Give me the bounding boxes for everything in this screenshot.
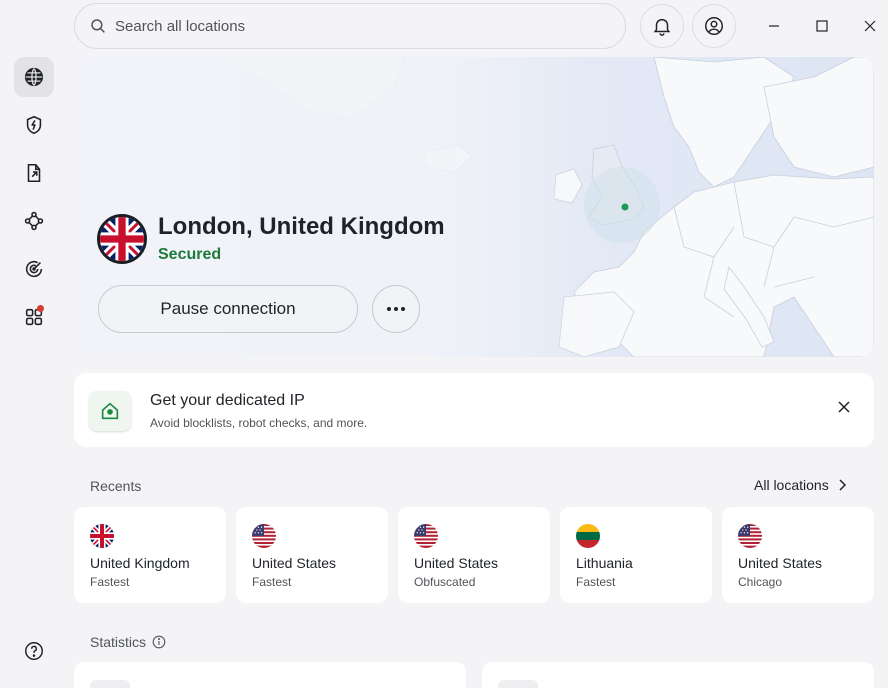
connected-country-flag xyxy=(97,214,147,264)
recent-location-card[interactable]: United States Fastest xyxy=(236,507,388,603)
search-input[interactable] xyxy=(115,17,595,35)
minimize-icon xyxy=(769,25,779,27)
connection-panel: London, United Kingdom Secured Pause con… xyxy=(74,57,874,357)
file-share-icon xyxy=(27,163,41,183)
recent-country: Lithuania xyxy=(576,555,633,571)
nav-locations-button[interactable] xyxy=(14,57,54,97)
minimize-button[interactable] xyxy=(760,12,788,40)
statistics-heading: Statistics xyxy=(90,634,166,650)
recent-location-card[interactable]: United States Obfuscated xyxy=(398,507,550,603)
help-icon xyxy=(25,642,43,660)
help-button[interactable] xyxy=(14,631,54,671)
shield-bolt-icon xyxy=(26,115,42,135)
statistics-card xyxy=(482,662,874,688)
recent-detail: Chicago xyxy=(738,575,783,589)
home-pin-icon xyxy=(89,391,131,431)
promo-title: Get your dedicated IP xyxy=(150,392,305,409)
info-icon[interactable] xyxy=(152,635,166,649)
recent-country: United States xyxy=(414,555,499,571)
close-icon xyxy=(838,401,850,413)
recent-location-card[interactable]: Lithuania Fastest xyxy=(560,507,712,603)
connection-status: Secured xyxy=(158,246,222,263)
promo-close-button[interactable] xyxy=(832,395,856,419)
mesh-network-icon xyxy=(24,211,44,231)
recent-detail: Fastest xyxy=(252,575,292,589)
all-locations-link[interactable]: All locations xyxy=(754,477,847,493)
promo-subtitle: Avoid blocklists, robot checks, and more… xyxy=(150,416,368,430)
recent-country: United Kingdom xyxy=(90,555,190,571)
globe-icon xyxy=(24,67,44,87)
recent-detail: Fastest xyxy=(90,575,130,589)
more-dots-icon xyxy=(387,307,405,311)
nav-file-share-button[interactable] xyxy=(14,153,54,193)
notification-badge xyxy=(37,305,44,312)
stat-icon-stub xyxy=(498,680,538,688)
chevron-right-icon xyxy=(839,479,846,491)
nav-threat-protection-button[interactable] xyxy=(14,105,54,145)
stat-icon-stub xyxy=(90,680,130,688)
recents-heading: Recents xyxy=(90,478,142,494)
statistics-label: Statistics xyxy=(90,634,147,650)
radar-icon xyxy=(25,260,43,278)
nav-dark-web-monitor-button[interactable] xyxy=(14,249,54,289)
nav-meshnet-button[interactable] xyxy=(14,201,54,241)
statistics-card xyxy=(74,662,466,688)
close-icon xyxy=(864,20,876,32)
maximize-button[interactable] xyxy=(808,12,836,40)
recent-location-card[interactable]: United States Chicago xyxy=(722,507,874,603)
bell-icon xyxy=(653,18,671,36)
search-icon xyxy=(91,19,105,33)
search-bar[interactable] xyxy=(74,3,626,49)
maximize-icon xyxy=(816,20,828,32)
account-button[interactable] xyxy=(692,4,736,48)
connection-more-button[interactable] xyxy=(372,285,420,333)
recent-location-card[interactable]: United Kingdom Fastest xyxy=(74,507,226,603)
uk-flag-icon xyxy=(90,524,114,548)
us-flag-icon xyxy=(738,524,762,548)
connected-location: London, United Kingdom xyxy=(158,213,445,240)
pause-connection-button[interactable]: Pause connection xyxy=(98,285,358,333)
sidebar-rail xyxy=(0,0,68,688)
us-flag-icon xyxy=(414,524,438,548)
recent-country: United States xyxy=(738,555,823,571)
account-icon xyxy=(705,17,723,35)
close-window-button[interactable] xyxy=(856,12,884,40)
recent-country: United States xyxy=(252,555,337,571)
lt-flag-icon xyxy=(576,524,600,548)
recent-detail: Fastest xyxy=(576,575,616,589)
us-flag-icon xyxy=(252,524,276,548)
dedicated-ip-promo[interactable]: Get your dedicated IP Avoid blocklists, … xyxy=(74,373,874,447)
notifications-button[interactable] xyxy=(640,4,684,48)
nav-apps-button[interactable] xyxy=(14,297,54,337)
all-locations-label: All locations xyxy=(754,477,829,493)
recent-detail: Obfuscated xyxy=(414,575,476,589)
